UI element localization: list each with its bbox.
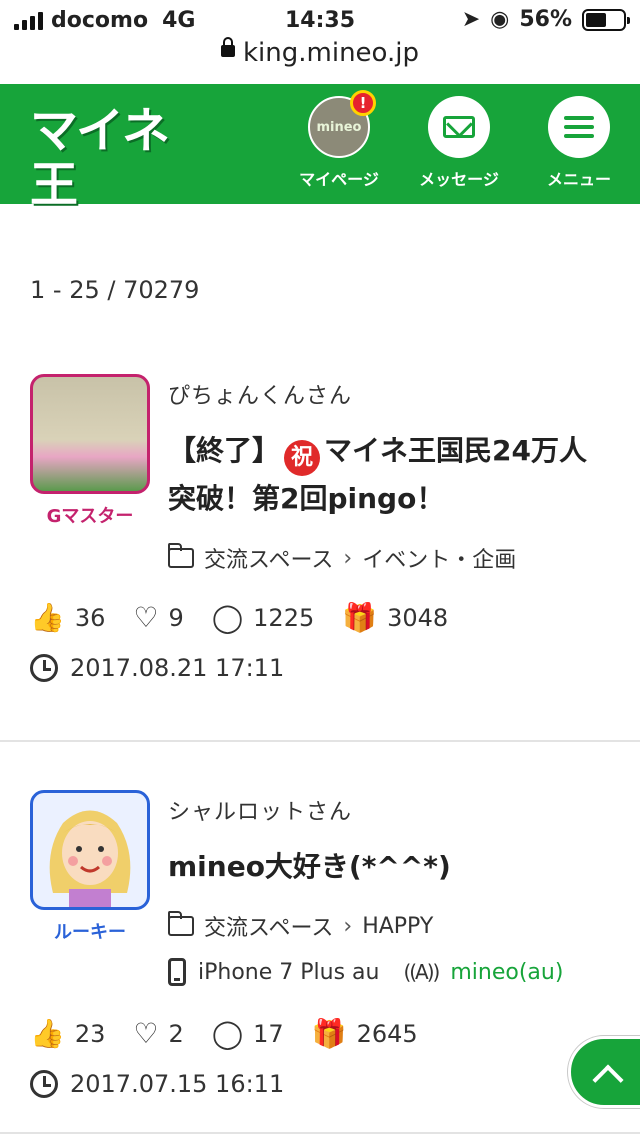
gift-count: 2645 — [356, 1020, 418, 1048]
like-count: 23 — [74, 1020, 106, 1048]
subcategory-link[interactable]: HAPPY — [362, 914, 433, 939]
rank-badge: ルーキー — [54, 922, 126, 943]
post-date: 2017.07.15 16:11 — [30, 1070, 284, 1098]
post-stats: 👍 23 ♡ 2 ◯ 17 🎁 2645 — [30, 1017, 446, 1050]
like-stat: 👍 23 — [30, 1017, 106, 1050]
category-path: 交流スペース › HAPPY — [167, 910, 433, 942]
thumbs-up-icon: 👍 — [30, 1017, 65, 1050]
device-name: iPhone 7 Plus au — [198, 959, 380, 985]
comment-icon: ◯ — [211, 1017, 244, 1050]
phone-icon — [168, 958, 186, 986]
heart-icon: ♡ — [133, 1017, 159, 1050]
heart-count: 2 — [168, 1020, 184, 1048]
category-link[interactable]: 交流スペース — [204, 910, 333, 942]
device-info: iPhone 7 Plus au ((A)) mineo(au) — [168, 958, 563, 986]
folder-icon — [167, 911, 194, 936]
comment-stat: ◯ 17 — [211, 1017, 284, 1050]
author-avatar[interactable] — [30, 790, 150, 910]
clock-icon — [30, 1070, 58, 1098]
post-title[interactable]: mineo大好き(*^^*) — [168, 844, 608, 890]
author-name[interactable]: シャルロットさん — [168, 794, 352, 826]
comment-count: 17 — [253, 1020, 284, 1048]
post-item[interactable]: ルーキー シャルロットさん mineo大好き(*^^*) 交流スペース › HA… — [0, 0, 640, 1136]
gift-stat: 🎁 2645 — [311, 1017, 418, 1050]
heart-stat: ♡ 2 — [133, 1017, 184, 1050]
avatar-illustration — [49, 810, 131, 907]
divider — [0, 1132, 640, 1134]
network-name: mineo(au) — [450, 959, 564, 985]
chevron-right-icon: › — [343, 913, 353, 939]
scroll-to-top-button[interactable] — [568, 1036, 640, 1108]
gift-icon: 🎁 — [311, 1017, 347, 1050]
antenna-icon: ((A)) — [403, 960, 440, 984]
date-text: 2017.07.15 16:11 — [70, 1070, 285, 1098]
